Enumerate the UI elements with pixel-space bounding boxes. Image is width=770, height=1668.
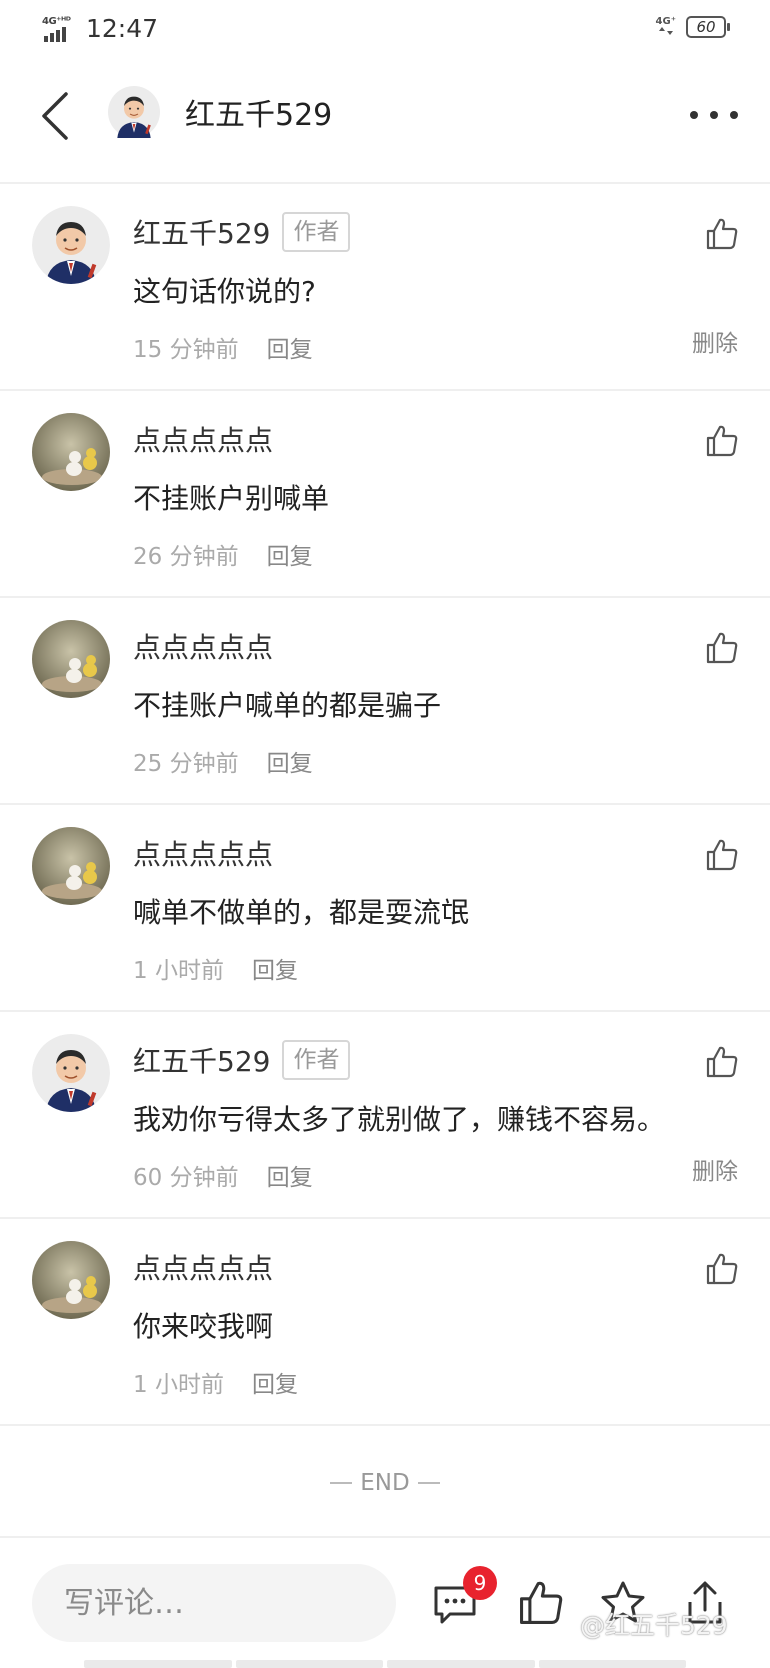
comment-header: 点点点点点 [133, 1247, 273, 1287]
comment-count-badge: 9 [463, 1566, 497, 1600]
comment-item: 点点点点点 你来咬我啊 1 小时前 回复 [0, 1219, 770, 1426]
avatar[interactable] [32, 1034, 110, 1112]
data-arrows-icon [658, 26, 673, 35]
status-bar: 4G⁺ᴴᴰ 12:47 4G⁺ 60 [0, 0, 770, 60]
comment-header: 点点点点点 [133, 626, 273, 666]
commenter-name[interactable]: 红五千529 [133, 212, 270, 252]
reply-button[interactable]: 回复 [267, 744, 313, 778]
comment-meta: 15 分钟前 回复 [133, 330, 313, 364]
comment-meta: 1 小时前 回复 [133, 951, 298, 985]
watermark: @红五千529 [580, 1611, 728, 1640]
comment-text: 我劝你亏得太多了就别做了，赚钱不容易。 [133, 1103, 666, 1136]
comment-text: 喊单不做单的，都是耍流氓 [133, 896, 470, 929]
thumbs-up-icon [520, 1581, 563, 1624]
comment-item: 红五千529 作者 这句话你说的? 15 分钟前 回复 删除 [0, 184, 770, 391]
signal-icon: 4G⁺ᴴᴰ [42, 16, 76, 42]
duck-avatar-icon [32, 827, 110, 905]
comment-text: 这句话你说的? [133, 275, 316, 308]
comment-text: 不挂账户喊单的都是骗子 [133, 689, 442, 722]
thumbs-up-icon [706, 218, 738, 250]
comment-item: 点点点点点 不挂账户别喊单 26 分钟前 回复 [0, 391, 770, 598]
avatar[interactable] [32, 1241, 110, 1319]
commenter-name[interactable]: 点点点点点 [133, 1247, 273, 1287]
comment-meta: 25 分钟前 回复 [133, 744, 313, 778]
back-button[interactable] [36, 88, 76, 144]
end-label: END [360, 1470, 410, 1496]
commenter-name[interactable]: 红五千529 [133, 1040, 270, 1080]
like-button[interactable] [704, 216, 740, 252]
author-avatar-icon [32, 1034, 110, 1112]
duck-avatar-icon [32, 1241, 110, 1319]
comment-header: 红五千529 作者 [133, 1040, 351, 1080]
comment-time: 60 分钟前 [133, 1165, 239, 1191]
comment-time: 26 分钟前 [133, 544, 239, 570]
reply-button[interactable]: 回复 [252, 1365, 298, 1399]
avatar[interactable] [32, 827, 110, 905]
like-button[interactable] [704, 423, 740, 459]
comment-header: 点点点点点 [133, 833, 273, 873]
more-options-button[interactable] [690, 100, 738, 130]
reply-button[interactable]: 回复 [267, 330, 313, 364]
author-badge: 作者 [282, 1040, 351, 1080]
reply-button[interactable]: 回复 [267, 1158, 313, 1192]
clock: 12:47 [86, 14, 159, 43]
delete-button[interactable]: 删除 [692, 324, 738, 358]
network-type-right: 4G⁺ [656, 16, 676, 38]
bottom-action-bar: 9 @红五千529 [0, 1540, 770, 1668]
comment-time: 15 分钟前 [133, 337, 239, 363]
reply-button[interactable]: 回复 [252, 951, 298, 985]
avatar[interactable] [108, 86, 160, 138]
comment-text: 你来咬我啊 [133, 1310, 274, 1343]
page-title: 红五千529 [185, 98, 333, 133]
comment-time: 1 小时前 [133, 958, 224, 984]
like-button[interactable] [704, 1044, 740, 1080]
battery-icon: 60 [686, 16, 730, 38]
avatar[interactable] [32, 620, 110, 698]
comment-meta: 60 分钟前 回复 [133, 1158, 313, 1192]
comment-item: 红五千529 作者 我劝你亏得太多了就别做了，赚钱不容易。 60 分钟前 回复 … [0, 1012, 770, 1219]
dot-icon [730, 111, 738, 119]
avatar[interactable] [32, 206, 110, 284]
end-of-list-marker: END [0, 1430, 770, 1538]
comment-meta: 26 分钟前 回复 [133, 537, 313, 571]
thumbs-up-icon [706, 425, 738, 457]
thumbs-up-icon [706, 1253, 738, 1285]
reply-button[interactable]: 回复 [267, 537, 313, 571]
duck-avatar-icon [32, 620, 110, 698]
thumbs-up-icon [706, 1046, 738, 1078]
duck-avatar-icon [32, 413, 110, 491]
comment-list: 红五千529 作者 这句话你说的? 15 分钟前 回复 删除 点点点点点 不挂账… [0, 184, 770, 1426]
comment-meta: 1 小时前 回复 [133, 1365, 298, 1399]
status-left: 4G⁺ᴴᴰ 12:47 [42, 14, 158, 43]
dot-icon [710, 111, 718, 119]
author-badge: 作者 [282, 212, 351, 252]
comment-header: 点点点点点 [133, 419, 273, 459]
dot-icon [690, 111, 698, 119]
commenter-name[interactable]: 点点点点点 [133, 833, 273, 873]
like-article-button[interactable] [516, 1578, 566, 1628]
commenter-name[interactable]: 点点点点点 [133, 419, 273, 459]
thumbs-up-icon [706, 839, 738, 871]
comment-item: 点点点点点 不挂账户喊单的都是骗子 25 分钟前 回复 [0, 598, 770, 805]
comment-text: 不挂账户别喊单 [133, 482, 330, 515]
like-button[interactable] [704, 1251, 740, 1287]
chevron-left-icon [42, 92, 68, 140]
network-type-left: 4G⁺ᴴᴰ [42, 15, 71, 27]
status-right: 4G⁺ 60 [656, 16, 730, 38]
thumbs-up-icon [706, 632, 738, 664]
like-button[interactable] [704, 630, 740, 666]
commenter-name[interactable]: 点点点点点 [133, 626, 273, 666]
delete-button[interactable]: 删除 [692, 1152, 738, 1186]
bottom-strip [0, 1660, 770, 1668]
like-button[interactable] [704, 837, 740, 873]
comment-header: 红五千529 作者 [133, 212, 351, 252]
author-avatar-icon [32, 206, 110, 284]
comment-time: 25 分钟前 [133, 751, 239, 777]
avatar[interactable] [32, 413, 110, 491]
comment-time: 1 小时前 [133, 1372, 224, 1398]
author-avatar-icon [108, 86, 160, 138]
comment-input[interactable] [32, 1564, 396, 1642]
comment-item: 点点点点点 喊单不做单的，都是耍流氓 1 小时前 回复 [0, 805, 770, 1012]
page-header: 红五千529 [0, 60, 770, 184]
